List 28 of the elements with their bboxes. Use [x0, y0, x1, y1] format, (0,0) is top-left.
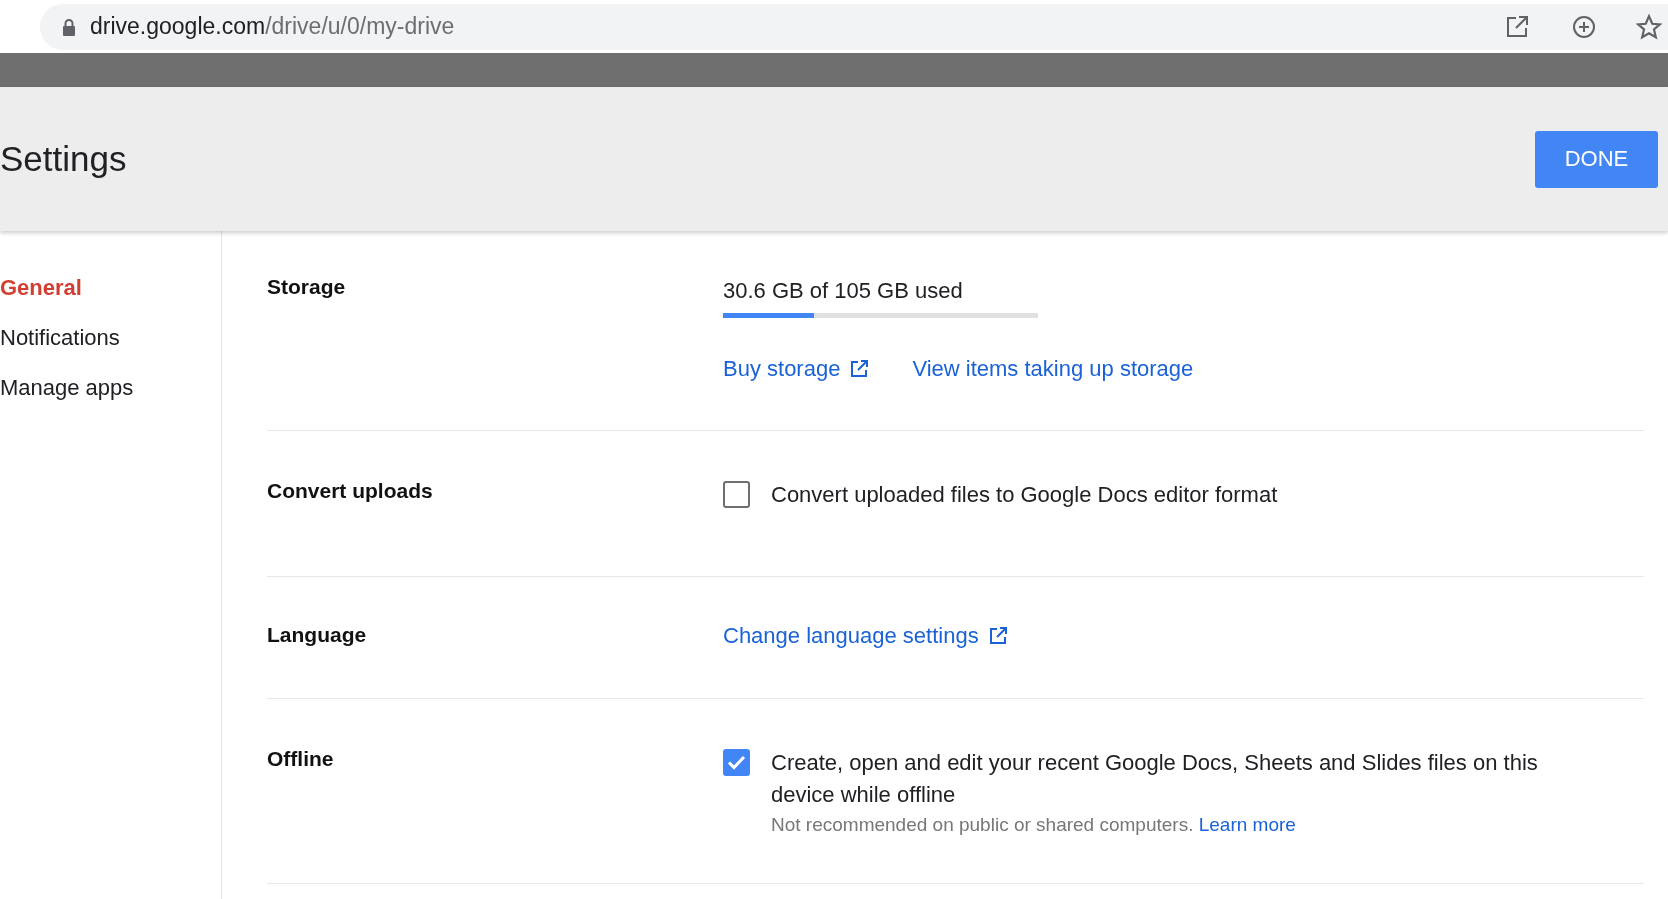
sidebar-item[interactable]: General [0, 275, 221, 301]
external-link-icon [850, 360, 869, 378]
lock-icon [62, 17, 76, 36]
open-in-new-icon[interactable] [1506, 15, 1528, 38]
section-label: Offline [267, 747, 335, 772]
learn-more-link[interactable]: Learn more [1198, 814, 1296, 835]
section-label: Convert uploads [267, 479, 434, 504]
external-link-icon [988, 627, 1007, 645]
storage-usage: 30.6 GB of 105 GB used [723, 277, 964, 305]
sidebar-item[interactable]: Notifications [0, 325, 221, 351]
sidebar-item[interactable]: Manage apps [0, 375, 221, 401]
storage-link[interactable]: Buy storage [723, 356, 869, 382]
storage-link[interactable]: View items taking up storage [912, 356, 1194, 382]
done-button[interactable]: DONE [1535, 130, 1658, 188]
language-link[interactable]: Change language settings [723, 623, 1007, 649]
address-bar[interactable]: drive.google.com/drive/u/0/my-drive [40, 3, 1668, 50]
section-label: Storage [267, 275, 347, 300]
star-icon[interactable] [1636, 13, 1662, 40]
checkbox-label: Convert uploaded files to Google Docs editor format [771, 481, 1279, 509]
page-title: Settings [0, 139, 127, 179]
checkbox-label: Create, open and edit your recent Google Docs, Sheets and Slides files on this device while offline [771, 749, 1539, 809]
url-text: drive.google.com/drive/u/0/my-drive [90, 13, 455, 40]
checkbox[interactable] [723, 749, 750, 776]
add-circle-icon[interactable] [1572, 14, 1596, 39]
section-label: Language [267, 623, 368, 648]
checkmark-icon [727, 755, 746, 770]
note-text: Not recommended on public or shared computers. Learn more [771, 813, 1297, 837]
checkbox[interactable] [723, 481, 750, 508]
